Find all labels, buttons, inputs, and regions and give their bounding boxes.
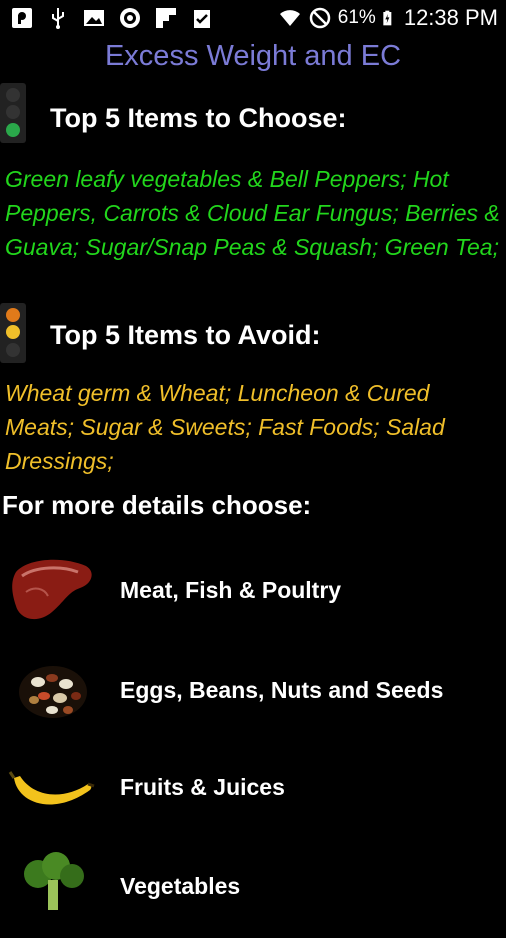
wifi-icon [279, 10, 300, 26]
more-details-label: For more details choose: [2, 490, 312, 520]
category-label: Vegetables [120, 873, 241, 899]
choose-title: Top 5 Items to Choose: [50, 103, 347, 133]
choose-items-text: Green leafy vegetables & Bell Peppers; H… [5, 166, 500, 260]
avoid-section-header: Top 5 Items to Avoid: [0, 303, 506, 363]
clock: 12:38 PM [403, 5, 498, 30]
category-label: Fruits & Juices [120, 774, 285, 800]
notification-icon [12, 8, 32, 28]
choose-section-header: Top 5 Items to Choose: [0, 83, 506, 143]
status-system-icons: 61% 12:38 PM [278, 5, 498, 31]
no-signal-icon [309, 7, 331, 29]
category-label: Eggs, Beans, Nuts and Seeds [120, 677, 444, 703]
flipboard-icon [156, 8, 176, 28]
category-meat[interactable]: Meat, Fish & Poultry [0, 552, 506, 642]
category-eggs-beans[interactable]: Eggs, Beans, Nuts and Seeds [0, 652, 506, 742]
steak-icon [12, 559, 92, 620]
status-notification-icons [10, 6, 214, 30]
page-title: Excess Weight and EC [104, 40, 402, 72]
avoid-title: Top 5 Items to Avoid: [50, 320, 321, 350]
beans-icon [19, 666, 87, 718]
category-vegetables[interactable]: Vegetables [0, 848, 506, 938]
status-bar: 61% 12:38 PM [0, 0, 506, 36]
yellow-traffic-light-icon [0, 303, 26, 363]
usb-icon [52, 8, 64, 29]
green-traffic-light-icon [0, 83, 26, 143]
category-label: Meat, Fish & Poultry [120, 577, 342, 603]
avoid-items-text: Wheat germ & Wheat; Luncheon & Cured Mea… [5, 380, 445, 474]
image-icon [84, 10, 104, 26]
battery-percent: 61% [337, 7, 376, 28]
banana-icon [8, 771, 95, 805]
settings-icon [120, 8, 140, 28]
battery-icon [383, 10, 392, 26]
broccoli-icon [24, 852, 84, 910]
clipboard-icon [194, 10, 210, 28]
category-fruits[interactable]: Fruits & Juices [0, 750, 506, 840]
